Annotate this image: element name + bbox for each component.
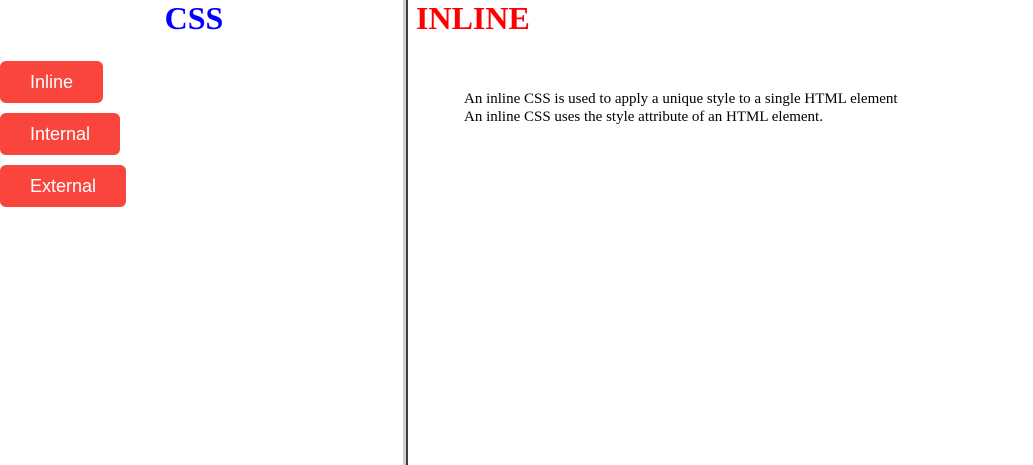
external-button[interactable]: External — [0, 165, 127, 207]
nav-menu: Inline Internal External — [0, 61, 127, 207]
internal-button[interactable]: Internal — [0, 113, 121, 155]
frameset: CSS Inline Internal External INLINE An i… — [0, 0, 1033, 465]
inline-button[interactable]: Inline — [0, 61, 104, 103]
content-line-2: An inline CSS uses the style attribute o… — [464, 109, 823, 125]
page-title: INLINE — [416, 0, 530, 36]
content-line-1: An inline CSS is used to apply a unique … — [464, 91, 898, 107]
content-text: An inline CSS is used to apply a unique … — [464, 90, 898, 126]
left-title: CSS — [164, 0, 224, 36]
right-frame: INLINE An inline CSS is used to apply a … — [408, 0, 1033, 465]
left-frame: CSS Inline Internal External — [0, 0, 402, 465]
